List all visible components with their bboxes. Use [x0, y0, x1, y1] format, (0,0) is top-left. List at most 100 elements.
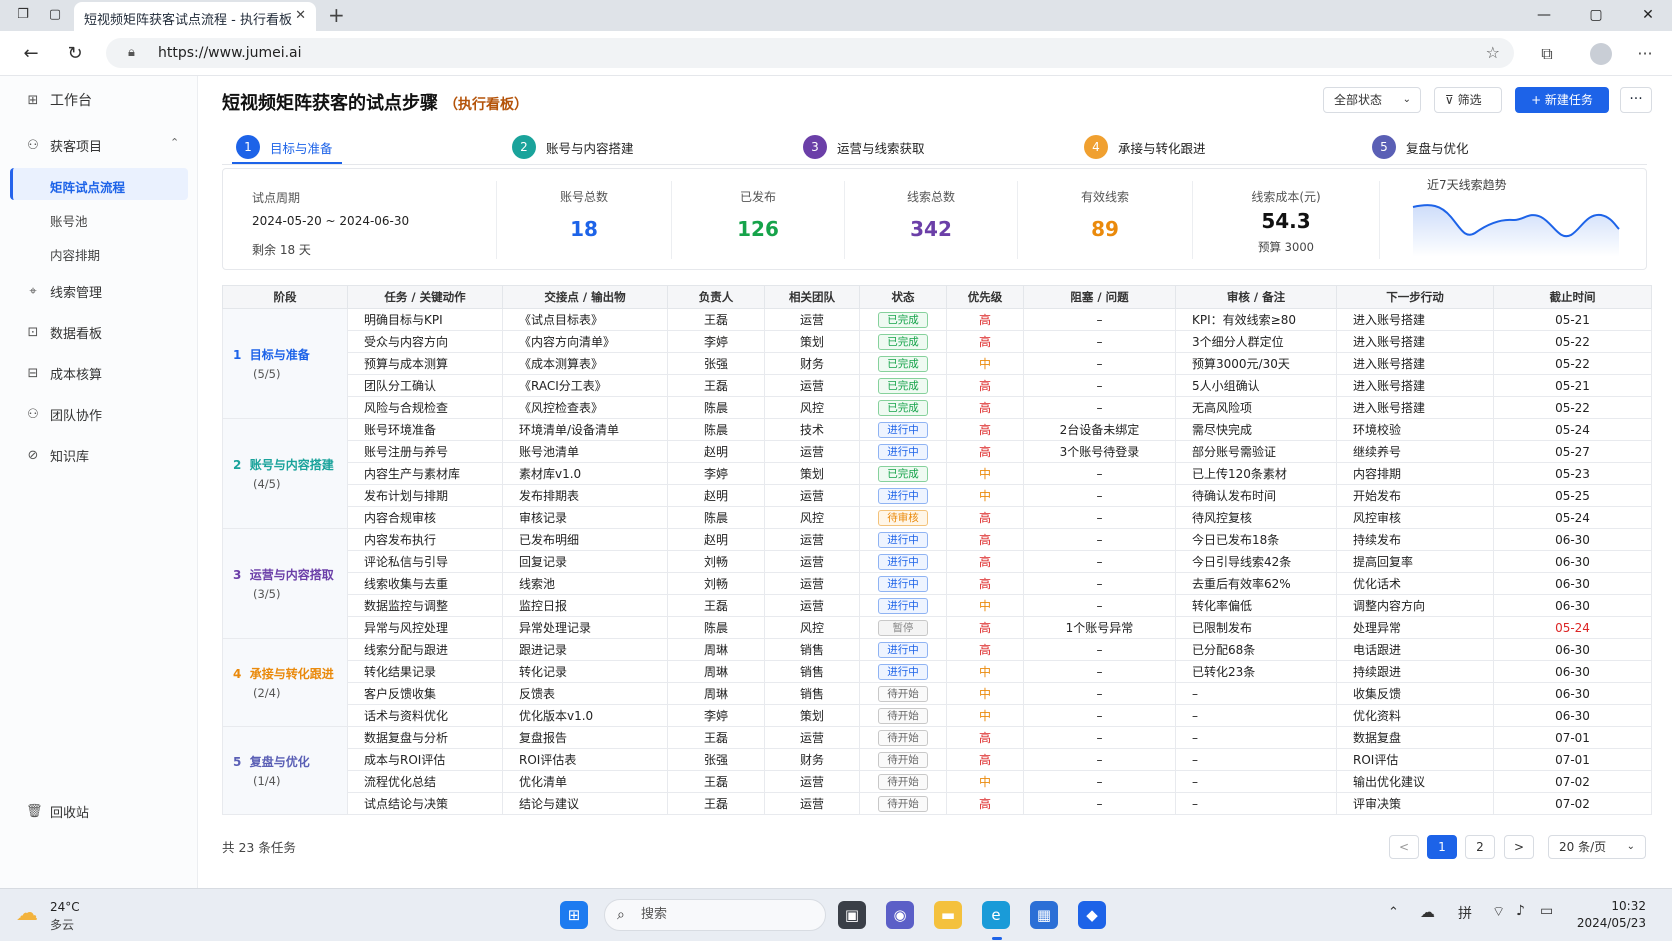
status-badge[interactable]: 已完成: [878, 311, 928, 328]
page-2-button[interactable]: 2: [1465, 835, 1495, 859]
battery-icon[interactable]: ▭: [1540, 903, 1553, 919]
more-options-button[interactable]: ···: [1620, 87, 1652, 113]
next-page-button[interactable]: >: [1504, 835, 1534, 859]
status-badge[interactable]: 待开始: [878, 707, 928, 724]
browser-menu-icon[interactable]: ···: [1632, 41, 1658, 67]
status-badge[interactable]: 进行中: [878, 421, 928, 438]
table-row[interactable]: 1 目标与准备 (5/5) 明确目标与KPI 《试点目标表》 王磊 运营 已完成高 – KPI：…: [222, 308, 1652, 419]
wifi-icon[interactable]: ⌔: [1492, 903, 1505, 921]
minimize-icon[interactable]: —: [1524, 4, 1564, 26]
sidebar-sub-accounts[interactable]: 账号池: [50, 211, 88, 230]
sidebar-project-group[interactable]: ⚇ 获客项目: [26, 136, 102, 155]
status-badge[interactable]: 待开始: [878, 795, 928, 812]
status-badge[interactable]: 已完成: [878, 355, 928, 372]
extensions-icon[interactable]: ⧉: [1534, 41, 1560, 67]
table-row[interactable]: 风险与合规检查 《风控检查表》 陈晨 风控 已完成 高 – 无高风险项 进入账号搭建 05-22: [223, 396, 1652, 419]
close-tab-icon[interactable]: ✕: [295, 8, 306, 23]
table-row[interactable]: 成本与ROI评估 ROI评估表 张强 财务 待开始 高 – – ROI评估 07-01: [223, 748, 1652, 771]
status-badge[interactable]: 进行中: [878, 487, 928, 504]
task-view-icon[interactable]: ▣: [838, 901, 866, 929]
table-row[interactable]: 发布计划与排期 发布排期表 赵明 运营 进行中 中 – 待确认发布时间 开始发布 05-25: [223, 484, 1652, 507]
tab-actions-icon[interactable]: ▢: [46, 6, 64, 24]
table-row[interactable]: 流程优化总结 优化清单 王磊 运营 待开始 中 – – 输出优化建议 07-02: [223, 770, 1652, 793]
table-row[interactable]: 3 运营与内容搭取 (3/5) 内容发布执行 已发布明细 赵明 运营 进行中高 – 今日已发布1…: [222, 528, 1652, 639]
table-row[interactable]: 线索收集与去重 线索池 刘畅 运营 进行中 高 – 去重后有效率62% 优化话术 06-30: [223, 572, 1652, 595]
status-badge[interactable]: 已完成: [878, 399, 928, 416]
new-task-button[interactable]: + 新建任务: [1515, 87, 1609, 113]
sidebar-item-cost[interactable]: ⊟ 成本核算: [26, 364, 102, 383]
step-3[interactable]: 3 运营与线索获取: [803, 135, 925, 159]
table-row[interactable]: 转化结果记录 转化记录 周琳 销售 进行中 中 – 已转化23条 持续跟进 06-30: [223, 660, 1652, 683]
sidebar-item-team[interactable]: ⚇ 团队协作: [26, 405, 102, 424]
chat-icon[interactable]: ◉: [886, 901, 914, 929]
table-row[interactable]: 客户反馈收集 反馈表 周琳 销售 待开始 中 – – 收集反馈 06-30: [223, 682, 1652, 705]
step-4[interactable]: 4 承接与转化跟进: [1084, 135, 1206, 159]
new-tab-icon[interactable]: +: [328, 3, 345, 27]
table-row[interactable]: 数据监控与调整 监控日报 王磊 运营 进行中 中 – 转化率偏低 调整内容方向 06-30: [223, 594, 1652, 617]
sidebar-sub-matrix[interactable]: 矩阵试点流程: [50, 177, 125, 196]
table-row[interactable]: 团队分工确认 《RACI分工表》 王磊 运营 已完成 高 – 5人小组确认 进入账号搭建 05-2…: [223, 374, 1652, 397]
status-badge[interactable]: 进行中: [878, 641, 928, 658]
sidebar-sub-schedule[interactable]: 内容排期: [50, 245, 100, 264]
status-badge[interactable]: 已完成: [878, 377, 928, 394]
filter-button[interactable]: ⊽ 筛选: [1434, 87, 1502, 113]
status-badge[interactable]: 进行中: [878, 597, 928, 614]
status-badge[interactable]: 待开始: [878, 751, 928, 768]
profile-avatar[interactable]: [1590, 43, 1612, 65]
table-row[interactable]: 2 账号与内容搭建 (4/5) 账号环境准备 环境清单/设备清单 陈晨 技术 进行中高 2台设…: [222, 418, 1652, 529]
table-row[interactable]: 话术与资料优化 优化版本v1.0 李婷 策划 待开始 中 – – 优化资料 06-30: [223, 704, 1652, 727]
status-badge[interactable]: 进行中: [878, 553, 928, 570]
table-row[interactable]: 内容合规审核 审核记录 陈晨 风控 待审核 高 – 待风控复核 风控审核 05-24: [223, 506, 1652, 529]
table-row[interactable]: 5 复盘与优化 (1/4) 数据复盘与分析 复盘报告 王磊 运营 待开始高 – – 数据复盘 07-…: [222, 726, 1652, 815]
table-row[interactable]: 内容生产与素材库 素材库v1.0 李婷 策划 已完成 中 – 已上传120条素材 内容排期 05-…: [223, 462, 1652, 485]
step-1[interactable]: 1 目标与准备: [236, 135, 333, 159]
table-row[interactable]: 评论私信与引导 回复记录 刘畅 运营 进行中 高 – 今日引导线索42条 提高回复率 06-30: [223, 550, 1652, 573]
input-method-icon[interactable]: 拼: [1458, 903, 1472, 923]
status-badge[interactable]: 待审核: [878, 509, 928, 526]
weather-icon[interactable]: ☁: [16, 901, 38, 926]
table-row[interactable]: 异常与风控处理 异常处理记录 陈晨 风控 暂停 高 1个账号异常 已限制发布 处理异常 05-24: [223, 616, 1652, 639]
browser-tab[interactable]: 短视频矩阵获客试点流程 - 执行看板 ✕: [74, 2, 316, 31]
chevron-up-icon[interactable]: ⌃: [1388, 905, 1399, 920]
windows-start-icon[interactable]: ⊞: [560, 901, 588, 929]
close-window-icon[interactable]: ✕: [1628, 4, 1668, 26]
status-badge[interactable]: 待开始: [878, 685, 928, 702]
status-badge[interactable]: 进行中: [878, 531, 928, 548]
step-2[interactable]: 2 账号与内容搭建: [512, 135, 634, 159]
table-row[interactable]: 预算与成本测算 《成本测算表》 张强 财务 已完成 中 – 预算3000元/30天 进入账号搭建…: [223, 352, 1652, 375]
step-5[interactable]: 5 复盘与优化: [1372, 135, 1469, 159]
status-badge[interactable]: 进行中: [878, 443, 928, 460]
table-row[interactable]: 4 承接与转化跟进 (2/4) 线索分配与跟进 跟进记录 周琳 销售 进行中高 – 已分配68条…: [222, 638, 1652, 727]
window-menu-icon[interactable]: ❐: [14, 6, 32, 24]
status-badge[interactable]: 暂停: [878, 619, 928, 636]
taskbar-search[interactable]: ⌕ 搜索: [604, 899, 826, 931]
file-explorer-icon[interactable]: ▬: [934, 901, 962, 929]
store-icon[interactable]: ▦: [1030, 901, 1058, 929]
url-field[interactable]: 🔒︎ https://www.jumei.ai ☆: [106, 38, 1514, 68]
status-badge[interactable]: 已完成: [878, 465, 928, 482]
status-badge[interactable]: 进行中: [878, 575, 928, 592]
table-row[interactable]: 账号注册与养号 账号池清单 赵明 运营 进行中 高 3个账号待登录 部分账号需验证 继续养号 05…: [223, 440, 1652, 463]
sidebar-item-dashboard[interactable]: ⊡ 数据看板: [26, 323, 102, 342]
sidebar-workspace[interactable]: ⊞ 工作台: [26, 90, 92, 110]
sidebar-item-knowledge[interactable]: ⊘ 知识库: [26, 446, 89, 465]
maximize-icon[interactable]: ▢: [1576, 4, 1616, 26]
page-size-select[interactable]: 20 条/页 ⌄: [1548, 835, 1646, 859]
sidebar-item-leads[interactable]: ⌖ 线索管理: [26, 282, 102, 301]
prev-page-button[interactable]: <: [1389, 835, 1419, 859]
status-badge[interactable]: 已完成: [878, 333, 928, 350]
table-row[interactable]: 试点结论与决策 结论与建议 王磊 运营 待开始 高 – – 评审决策 07-02: [223, 792, 1652, 815]
chevron-up-icon[interactable]: ⌃: [170, 136, 179, 149]
page-1-button[interactable]: 1: [1427, 835, 1457, 859]
status-badge[interactable]: 进行中: [878, 663, 928, 680]
table-row[interactable]: 受众与内容方向 《内容方向清单》 李婷 策划 已完成 高 – 3个细分人群定位 进入账号搭建 05…: [223, 330, 1652, 353]
status-badge[interactable]: 待开始: [878, 729, 928, 746]
back-icon[interactable]: ←: [18, 41, 44, 67]
refresh-icon[interactable]: ↻: [62, 41, 88, 67]
status-badge[interactable]: 待开始: [878, 773, 928, 790]
cloud-icon[interactable]: ☁: [1420, 903, 1435, 921]
status-filter-select[interactable]: 全部状态 ⌄: [1323, 87, 1421, 113]
volume-icon[interactable]: ♪: [1516, 903, 1525, 919]
edge-browser-icon[interactable]: e: [982, 901, 1010, 929]
sidebar-item-recycle[interactable]: 🗑︎ 回收站: [26, 802, 89, 821]
